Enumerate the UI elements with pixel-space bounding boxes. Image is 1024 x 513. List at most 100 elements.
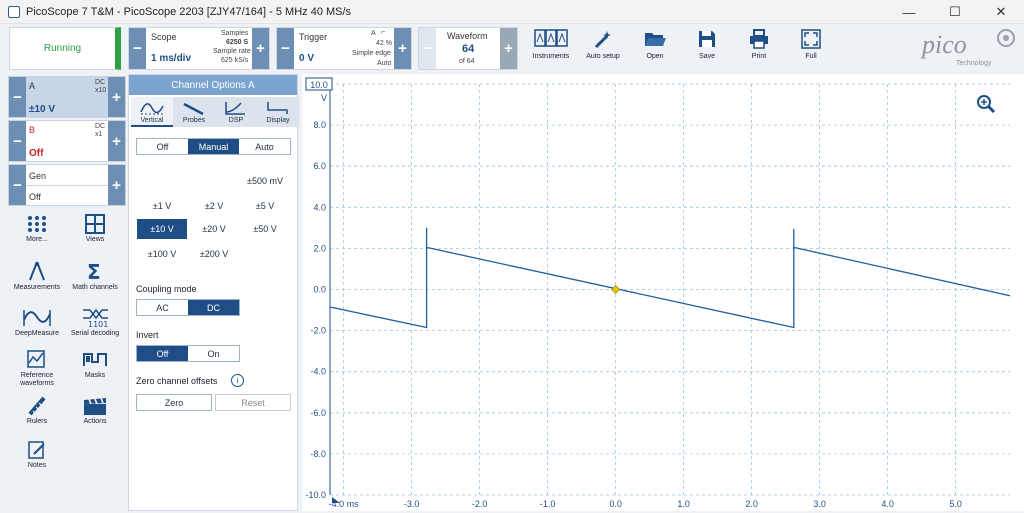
timebase-increase-button[interactable]: + <box>252 28 269 69</box>
deepmeasure-button[interactable]: DeepMeasure <box>8 306 66 338</box>
coupling-ac[interactable]: AC <box>137 300 188 315</box>
x-tick-label: 2.0 <box>745 499 758 509</box>
tab-display[interactable]: Display <box>257 97 299 127</box>
zoom-icon[interactable] <box>977 95 996 114</box>
scope-view[interactable]: 10.0 8.0 6.0 4.0 2.0 0.0 -2.0 -4.0 -6.0 -8.0 -10.0… <box>302 74 1024 511</box>
instruments-button[interactable]: Instruments <box>523 28 579 68</box>
more-label: More... <box>26 236 48 243</box>
math-channels-button[interactable]: Σ Math channels <box>66 260 124 292</box>
info-icon[interactable]: i <box>231 374 244 387</box>
generator-control[interactable]: − Gen Off + <box>8 164 126 206</box>
views-button[interactable]: Views <box>66 214 124 244</box>
range-200v[interactable]: ±200 V <box>189 244 239 264</box>
notes-button[interactable]: Notes <box>8 440 66 470</box>
generator-state[interactable]: Off <box>29 192 41 202</box>
run-stop-button[interactable]: Running <box>9 27 121 70</box>
range-1v[interactable]: ±1 V <box>137 196 187 216</box>
reset-button[interactable]: Reset <box>215 394 291 411</box>
trigger-pretrigger: 42 % <box>376 40 392 47</box>
tab-probes[interactable]: Probes <box>173 97 215 127</box>
range-500mv[interactable]: ±500 mV <box>240 171 290 191</box>
rising-edge-icon: ⌐ <box>381 29 386 36</box>
trigger-decrease-button[interactable]: − <box>277 28 294 69</box>
invert-selector: Off On <box>136 345 240 362</box>
invert-off[interactable]: Off <box>137 346 188 361</box>
x-tick-label: 4.0 <box>881 499 894 509</box>
range-2v[interactable]: ±2 V <box>189 196 239 216</box>
timebase-decrease-button[interactable]: − <box>129 28 146 69</box>
magic-wand-icon <box>594 31 611 49</box>
channel-b-range[interactable]: Off <box>29 148 43 159</box>
range-50v[interactable]: ±50 V <box>240 219 290 239</box>
channel-a-control[interactable]: − A DC x10 ±10 V + <box>8 76 126 118</box>
channel-b-probe: x1 <box>95 131 103 138</box>
display-icon <box>267 102 288 114</box>
range-mode-auto[interactable]: Auto <box>239 139 290 154</box>
open-button[interactable]: Open <box>627 28 683 68</box>
range-mode-manual[interactable]: Manual <box>188 139 239 154</box>
notes-label: Notes <box>27 462 47 469</box>
serial-decoding-button[interactable]: 1101 Serial decoding <box>66 306 124 338</box>
rulers-button[interactable]: Rulers <box>8 396 66 426</box>
generator-decrease-button[interactable]: − <box>9 165 26 205</box>
waveform-next-button[interactable]: + <box>500 28 517 69</box>
more-button[interactable]: More... <box>8 214 66 244</box>
invert-on[interactable]: On <box>188 346 239 361</box>
maximize-button[interactable]: ☐ <box>932 0 978 24</box>
measurements-label: Measurements <box>13 284 61 291</box>
generator-name: Gen <box>29 171 47 181</box>
open-label: Open <box>646 53 664 60</box>
title-bar: PicoScope 7 T&M - PicoScope 2203 [ZJY47/… <box>0 0 1024 24</box>
vertical-tab-icon <box>140 103 164 115</box>
channel-a-waveform <box>329 227 1011 329</box>
range-100v[interactable]: ±100 V <box>137 244 187 264</box>
zero-offsets-label: Zero channel offsets <box>136 376 218 386</box>
waveform-previous-button[interactable]: − <box>419 28 436 69</box>
masks-button[interactable]: Masks <box>66 350 124 380</box>
coupling-mode-label: Coupling mode <box>136 284 197 294</box>
channel-a-decrease-button[interactable]: − <box>9 77 26 117</box>
print-button[interactable]: Print <box>731 28 787 68</box>
x-tick-label: 0.0 <box>609 499 622 509</box>
instruments-icon <box>534 29 568 47</box>
tab-vertical[interactable]: Vertical <box>131 97 173 127</box>
waveform-total: of 64 <box>459 58 475 65</box>
tab-dsp[interactable]: DSP <box>215 97 257 127</box>
timebase-value[interactable]: 1 ms/div <box>151 53 191 64</box>
notes-icon <box>28 441 45 459</box>
deepmeasure-label: DeepMeasure <box>15 330 59 337</box>
range-5v[interactable]: ±5 V <box>240 196 290 216</box>
invert-label: Invert <box>136 330 159 340</box>
waveform-index[interactable]: 64 <box>462 43 474 55</box>
minimize-button[interactable]: — <box>886 0 932 24</box>
oscilloscope-plot[interactable]: 10.0 8.0 6.0 4.0 2.0 0.0 -2.0 -4.0 -6.0 -8.0 -10.0… <box>302 74 1024 511</box>
full-screen-button[interactable]: Full <box>783 28 839 68</box>
trigger-level[interactable]: 0 V <box>299 53 314 64</box>
measurements-button[interactable]: Measurements <box>8 260 66 292</box>
channel-a-range[interactable]: ±10 V <box>29 104 55 115</box>
serial-decoding-label: Serial decoding <box>70 330 120 337</box>
svg-text:1101: 1101 <box>88 320 108 328</box>
pico-technology-logo: pico Technology <box>918 26 1018 72</box>
coupling-dc[interactable]: DC <box>188 300 239 315</box>
deepmeasure-icon <box>23 310 51 326</box>
reference-waveforms-button[interactable]: Reference waveforms <box>8 350 66 388</box>
range-20v[interactable]: ±20 V <box>189 219 239 239</box>
range-mode-off[interactable]: Off <box>137 139 188 154</box>
close-button[interactable]: ✕ <box>978 0 1024 24</box>
pico-logo-subtext: Technology <box>956 60 992 67</box>
channel-b-decrease-button[interactable]: − <box>9 121 26 161</box>
trigger-marker[interactable] <box>611 285 621 294</box>
zero-button[interactable]: Zero <box>136 394 212 411</box>
channel-a-name: A <box>29 81 36 91</box>
channel-b-increase-button[interactable]: + <box>108 121 125 161</box>
range-10v[interactable]: ±10 V <box>137 219 187 239</box>
auto-setup-button[interactable]: Auto setup <box>575 28 631 68</box>
trigger-type: Simple edge <box>352 50 391 57</box>
generator-increase-button[interactable]: + <box>108 165 125 205</box>
channel-a-increase-button[interactable]: + <box>108 77 125 117</box>
trigger-increase-button[interactable]: + <box>394 28 411 69</box>
actions-button[interactable]: Actions <box>66 396 124 426</box>
channel-b-control[interactable]: − B DC x1 Off + <box>8 120 126 162</box>
save-button[interactable]: Save <box>679 28 735 68</box>
